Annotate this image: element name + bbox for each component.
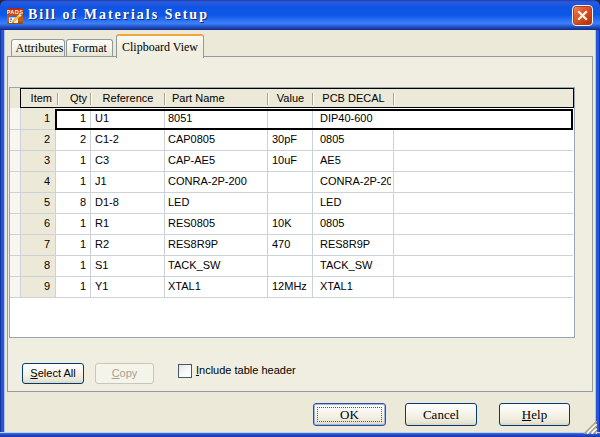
svg-text:PADS: PADS	[7, 9, 23, 15]
